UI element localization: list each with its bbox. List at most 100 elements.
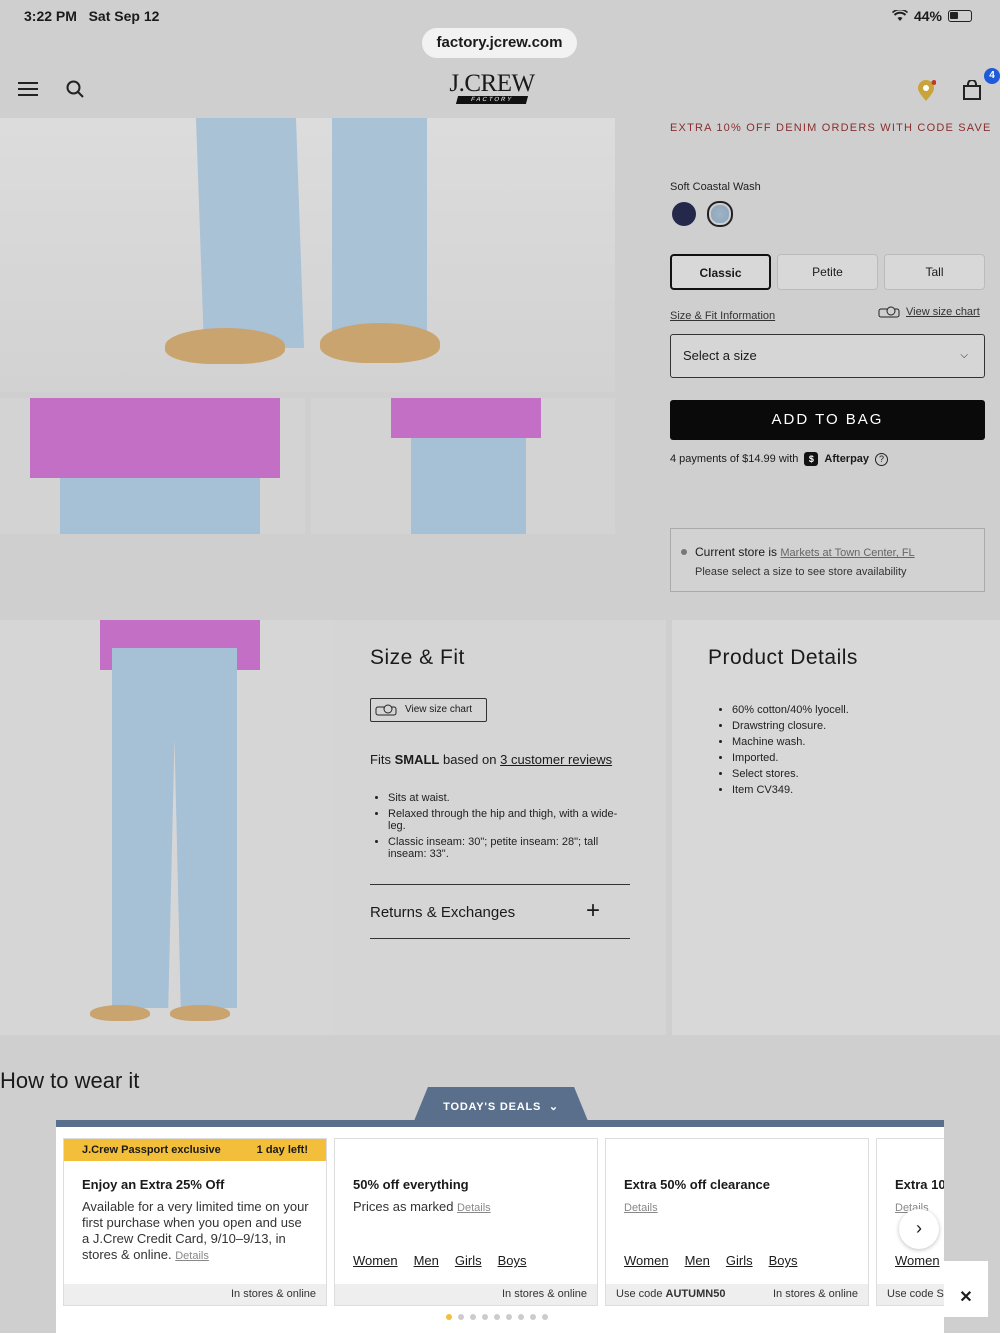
deal-link-girls[interactable]: Girls [726,1253,753,1268]
fit-classic-button[interactable]: Classic [670,254,771,290]
status-indicators: 44% [891,8,972,24]
deal-link-boys[interactable]: Boys [769,1253,798,1268]
jeans-leg-right [332,118,427,343]
list-item: Imported. [732,752,972,764]
pagination-dot[interactable] [470,1314,476,1320]
deal-link-men[interactable]: Men [414,1253,439,1268]
color-swatch-soft-coastal[interactable] [707,201,733,227]
pagination-dot[interactable] [542,1314,548,1320]
battery-icon [948,10,972,22]
deals-bar [56,1120,944,1127]
pagination-dot[interactable] [518,1314,524,1320]
deal-title: Enjoy an Extra 25% Off [82,1177,225,1192]
deal-details-link[interactable]: Details [457,1202,491,1214]
pagination-dot[interactable] [494,1314,500,1320]
store-availability-box: Current store is Markets at Town Center,… [670,528,985,592]
size-fit-title: Size & Fit [370,646,465,669]
chevron-down-icon: ⌵ [960,350,968,361]
store-location-icon[interactable] [916,80,936,102]
close-icon[interactable]: ✕ [944,1261,988,1317]
search-icon[interactable] [66,80,84,98]
shoe-left [165,328,285,364]
jeans-full [112,648,237,1008]
deal-card[interactable]: Extra 50% off clearance Details Women Me… [605,1138,869,1306]
deal-banner: J.Crew Passport exclusive 1 day left! [64,1139,326,1161]
list-item: Machine wash. [732,736,972,748]
list-item: 60% cotton/40% lyocell. [732,704,972,716]
current-store-line: Current store is Markets at Town Center,… [681,545,915,559]
deal-link-women[interactable]: Women [895,1253,940,1268]
deal-title: 50% off everything [353,1177,469,1192]
product-details-title: Product Details [708,646,858,669]
list-item: Sits at waist. [388,792,630,804]
color-swatch-dark[interactable] [672,202,696,226]
pagination-dot[interactable] [482,1314,488,1320]
returns-exchanges-accordion[interactable]: Returns & Exchanges + [370,884,630,939]
pagination-dot[interactable] [446,1314,452,1320]
how-to-wear-heading: How to wear it [0,1068,140,1093]
deal-links: Women [895,1253,940,1268]
fit-tall-button[interactable]: Tall [884,254,985,290]
url-bar[interactable]: factory.jcrew.com [422,28,577,58]
deal-link-women[interactable]: Women [624,1253,669,1268]
deal-details-link[interactable]: Details [175,1250,209,1262]
chevron-right-icon[interactable]: › [899,1209,939,1249]
top-garment [30,398,280,478]
deal-link-women[interactable]: Women [353,1253,398,1268]
deal-footer: In stores & online [335,1284,597,1305]
add-to-bag-button[interactable]: ADD TO BAG [670,400,985,440]
wifi-icon [891,10,908,21]
fit-summary: Fits SMALL based on 3 customer reviews [370,752,613,767]
view-size-chart-button[interactable]: View size chart [370,698,487,722]
deal-description: Prices as marked Details [353,1199,491,1214]
deal-link-girls[interactable]: Girls [455,1253,482,1268]
deal-card[interactable]: J.Crew Passport exclusive 1 day left! En… [63,1138,327,1306]
list-item: Item CV349. [732,784,972,796]
product-details-bullets: 60% cotton/40% lyocell. Drawstring closu… [732,704,972,800]
pagination-dot[interactable] [530,1314,536,1320]
deal-link-boys[interactable]: Boys [498,1253,527,1268]
product-image-full[interactable] [0,620,333,1035]
deal-description: Available for a very limited time on you… [82,1199,309,1262]
product-image-waist[interactable] [0,398,305,534]
jcrew-factory-logo[interactable]: J.CREW FACTORY [446,71,538,104]
list-item: Classic inseam: 30"; petite inseam: 28";… [388,836,630,860]
deal-footer: Use code AUTUMN50 In stores & online [606,1284,868,1305]
deal-description: Details [624,1199,854,1216]
deal-title: Extra 50% off clearance [624,1177,770,1192]
pagination-dot[interactable] [506,1314,512,1320]
customer-reviews-link[interactable]: 3 customer reviews [500,752,612,767]
promo-text: EXTRA 10% OFF DENIM ORDERS WITH CODE SAV… [670,122,992,134]
size-fit-bullets: Sits at waist. Relaxed through the hip a… [388,792,630,864]
battery-percent: 44% [913,8,942,24]
deal-link-men[interactable]: Men [685,1253,710,1268]
list-item: Drawstring closure. [732,720,972,732]
todays-deals-tab[interactable]: TODAY'S DEALS ⌄ [414,1087,588,1121]
menu-icon[interactable] [18,82,38,96]
plus-icon: + [585,897,600,924]
shopping-bag-icon[interactable] [962,80,982,100]
size-select[interactable]: Select a size ⌵ [670,334,985,378]
size-fit-info-link[interactable]: Size & Fit Information [670,310,775,322]
pagination-dot[interactable] [458,1314,464,1320]
deals-pagination [446,1314,548,1320]
status-date: Sat Sep 12 [88,8,160,24]
store-name-link[interactable]: Markets at Town Center, FL [780,547,914,559]
store-dot-icon [681,549,687,555]
jeans-leg-left [195,118,305,348]
list-item: Relaxed through the hip and thigh, with … [388,808,630,832]
deal-footer: Use code S [877,1284,944,1305]
shoe-full-right [170,1005,230,1021]
list-item: Select stores. [732,768,972,780]
deal-links: Women Men Girls Boys [353,1253,526,1268]
deal-card[interactable]: 50% off everything Prices as marked Deta… [334,1138,598,1306]
fit-petite-button[interactable]: Petite [777,254,878,290]
jeans-back [411,438,526,534]
product-image-back[interactable] [311,398,615,534]
product-image-main[interactable] [0,118,615,392]
view-size-chart-link[interactable]: View size chart [878,306,980,318]
deal-footer: In stores & online [64,1284,326,1305]
deals-drawer: J.Crew Passport exclusive 1 day left! En… [56,1127,944,1333]
deal-details-link[interactable]: Details [624,1202,658,1214]
help-icon[interactable]: ? [875,452,889,466]
